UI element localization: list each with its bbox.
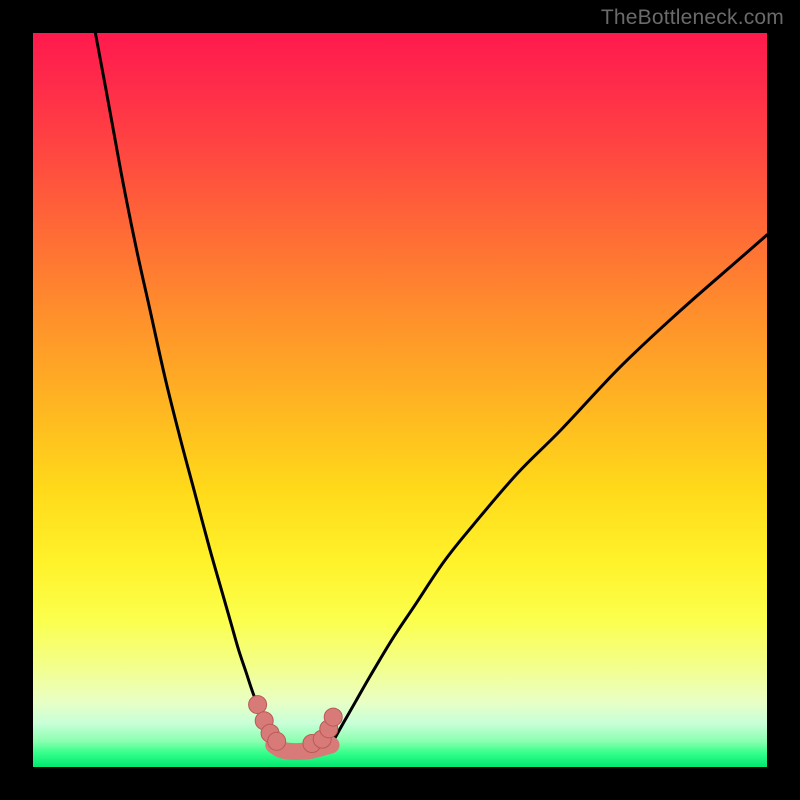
curves-svg	[33, 33, 767, 767]
left-curve	[95, 33, 273, 745]
data-marker	[268, 732, 286, 750]
watermark-text: TheBottleneck.com	[601, 6, 784, 30]
data-marker	[249, 696, 267, 714]
outer-frame: TheBottleneck.com	[0, 0, 800, 800]
data-marker	[324, 708, 342, 726]
plot-area	[33, 33, 767, 767]
curve-layer	[95, 33, 767, 745]
right-curve	[331, 235, 767, 745]
